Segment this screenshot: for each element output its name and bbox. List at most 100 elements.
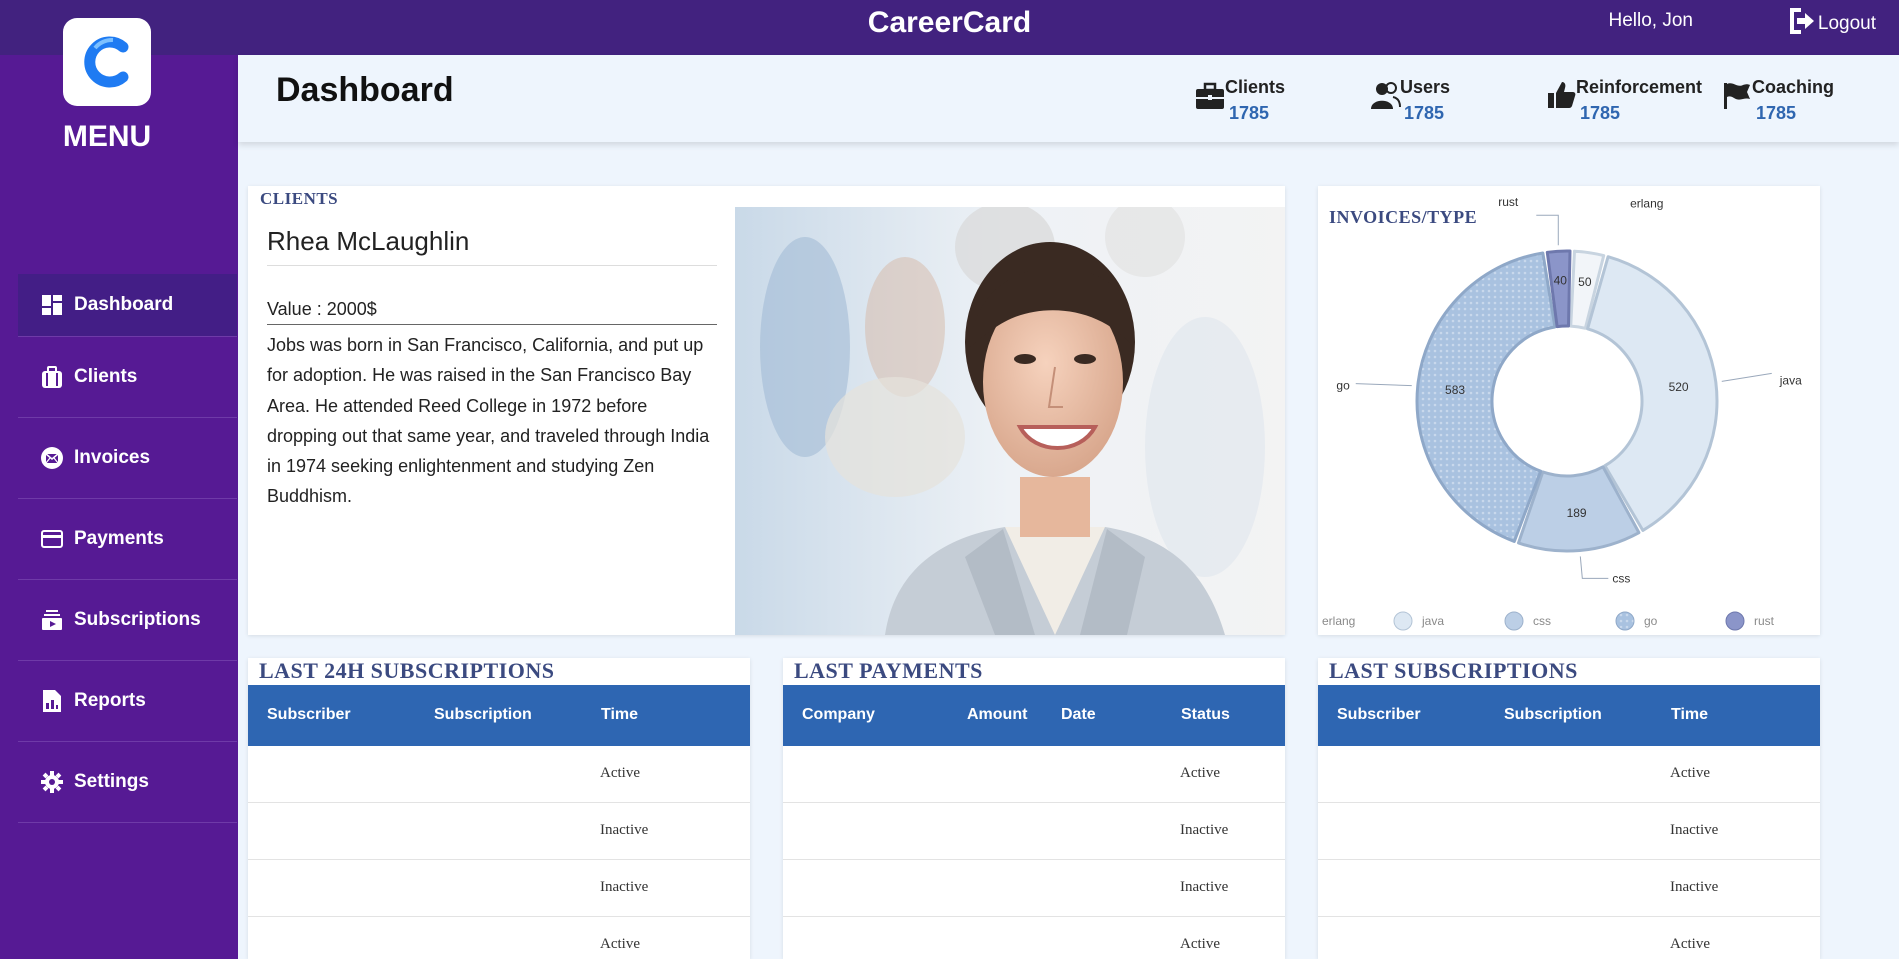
logo-c-icon	[84, 36, 129, 88]
top-bar: CareerCard Hello, Jon Logout	[0, 0, 1899, 55]
legend-item-go[interactable]: go	[1615, 611, 1658, 631]
legend-label: css	[1533, 614, 1551, 628]
column-header[interactable]: Status	[1181, 706, 1230, 724]
client-name: Rhea McLaughlin	[267, 226, 717, 266]
stat-label: Clients	[1225, 77, 1286, 97]
logout-button[interactable]: Logout	[1787, 6, 1876, 42]
table-header: Subscriber Subscription Time	[1318, 685, 1820, 746]
envelope-icon	[40, 446, 64, 470]
stat-value: 1785	[1579, 103, 1621, 123]
stat-value: 1785	[1755, 103, 1797, 123]
subscriptions-icon	[40, 608, 64, 632]
stat-value: 1785	[1403, 103, 1445, 123]
table-row[interactable]: Inactive	[783, 860, 1285, 917]
legend-label: rust	[1754, 614, 1775, 628]
slice-value-label: 189	[1567, 506, 1587, 520]
sidebar-item-payments[interactable]: Payments	[18, 499, 237, 580]
row-status: Active	[1180, 936, 1220, 952]
header-panel: Dashboard Clients 1785 Users 1785 Reinfo…	[238, 55, 1899, 142]
sidebar-item-label: Invoices	[74, 447, 151, 468]
sidebar-item-subscriptions[interactable]: Subscriptions	[18, 580, 237, 661]
user-greeting: Hello, Jon	[1608, 10, 1694, 31]
sidebar: Dashboard Clients Invoices Payments Subs…	[0, 55, 238, 959]
invoices-card-heading: INVOICES/TYPE	[1329, 207, 1478, 227]
sidebar-item-clients[interactable]: Clients	[18, 337, 237, 418]
legend-item-css[interactable]: css	[1504, 611, 1551, 631]
table-row[interactable]: Active	[248, 917, 750, 959]
callout-line	[1536, 214, 1559, 246]
sidebar-nav: Dashboard Clients Invoices Payments Subs…	[18, 274, 237, 823]
sidebar-item-label: Payments	[74, 528, 164, 549]
table-row[interactable]: Inactive	[1318, 860, 1820, 917]
legend-label: go	[1644, 614, 1658, 628]
column-header[interactable]: Subscription	[1504, 706, 1602, 724]
category-label: erlang	[1630, 197, 1663, 211]
invoices-card: INVOICES/TYPE 50 erlang 520 java 189 css 583 go…	[1318, 186, 1820, 635]
row-status: Inactive	[1180, 879, 1229, 895]
table-row[interactable]: Active	[783, 746, 1285, 803]
column-header[interactable]: Subscriber	[1337, 706, 1421, 724]
client-photo	[735, 207, 1285, 635]
stat-label: Users	[1400, 77, 1451, 97]
row-status: Active	[1180, 765, 1220, 781]
column-header[interactable]: Time	[1671, 706, 1708, 724]
slice-value-label: 40	[1554, 274, 1568, 288]
legend-label: java	[1421, 614, 1444, 628]
sidebar-item-settings[interactable]: Settings	[18, 742, 237, 823]
table-row[interactable]: Inactive	[1318, 803, 1820, 860]
logout-label: Logout	[1817, 13, 1876, 34]
legend-item-rust[interactable]: rust	[1725, 611, 1775, 631]
logout-icon	[1787, 6, 1815, 42]
page-title: Dashboard	[276, 71, 454, 109]
app-logo[interactable]	[63, 18, 151, 106]
sidebar-item-reports[interactable]: Reports	[18, 661, 237, 742]
column-header[interactable]: Subscriber	[267, 706, 351, 724]
table-row[interactable]: Inactive	[248, 803, 750, 860]
stat-value: 1785	[1228, 103, 1270, 123]
table-heading: LAST 24H SUBSCRIPTIONS	[259, 658, 555, 683]
slice-value-label: 520	[1669, 380, 1689, 394]
legend-item-erlang[interactable]: erlang	[1322, 614, 1355, 628]
table-row[interactable]: Inactive	[248, 860, 750, 917]
row-status: Inactive	[600, 879, 649, 895]
client-card: CLIENTS Rhea McLaughlin Value : 2000$ Jo…	[248, 186, 1285, 635]
category-label: java	[1779, 373, 1802, 387]
sidebar-item-dashboard[interactable]: Dashboard	[18, 274, 237, 337]
gear-icon	[40, 770, 64, 794]
row-status: Inactive	[1670, 822, 1719, 838]
stat-label: Coaching	[1752, 77, 1835, 97]
last-subscriptions-card: LAST SUBSCRIPTIONS Subscriber Subscripti…	[1318, 658, 1820, 959]
table-row[interactable]: Active	[1318, 746, 1820, 803]
invoices-donut-chart: 50 erlang 520 java 189 css 583 go 40 rust erlang j…	[1322, 195, 1802, 631]
row-status: Inactive	[600, 822, 649, 838]
legend-swatch	[1725, 611, 1745, 631]
callout-line	[1579, 556, 1609, 579]
category-label: rust	[1498, 195, 1519, 209]
category-label: css	[1612, 571, 1630, 585]
row-status: Inactive	[1670, 879, 1719, 895]
callout-line	[1355, 383, 1412, 387]
table-row[interactable]: Active	[783, 917, 1285, 959]
table-row[interactable]: Active	[1318, 917, 1820, 959]
column-header[interactable]: Date	[1061, 706, 1096, 724]
column-header[interactable]: Subscription	[434, 706, 532, 724]
column-header[interactable]: Company	[802, 706, 875, 724]
legend-label: erlang	[1322, 614, 1355, 628]
legend-item-java[interactable]: java	[1393, 611, 1444, 631]
table-row[interactable]: Active	[248, 746, 750, 803]
row-status: Active	[1670, 765, 1710, 781]
briefcase-icon	[40, 365, 64, 389]
column-header[interactable]: Time	[601, 706, 638, 724]
last-payments-card: LAST PAYMENTS Company Amount Date Status…	[783, 658, 1285, 959]
slice-value-label: 50	[1578, 275, 1592, 289]
row-status: Active	[600, 765, 640, 781]
credit-card-icon	[40, 527, 64, 551]
last-24h-subscriptions-card: LAST 24H SUBSCRIPTIONS Subscriber Subscr…	[248, 658, 750, 959]
sidebar-item-invoices[interactable]: Invoices	[18, 418, 237, 499]
column-header[interactable]: Amount	[967, 706, 1027, 724]
row-status: Active	[600, 936, 640, 952]
table-row[interactable]: Inactive	[783, 803, 1285, 860]
slice-value-label: 583	[1445, 383, 1465, 397]
row-status: Active	[1670, 936, 1710, 952]
menu-title: MENU	[62, 120, 152, 153]
